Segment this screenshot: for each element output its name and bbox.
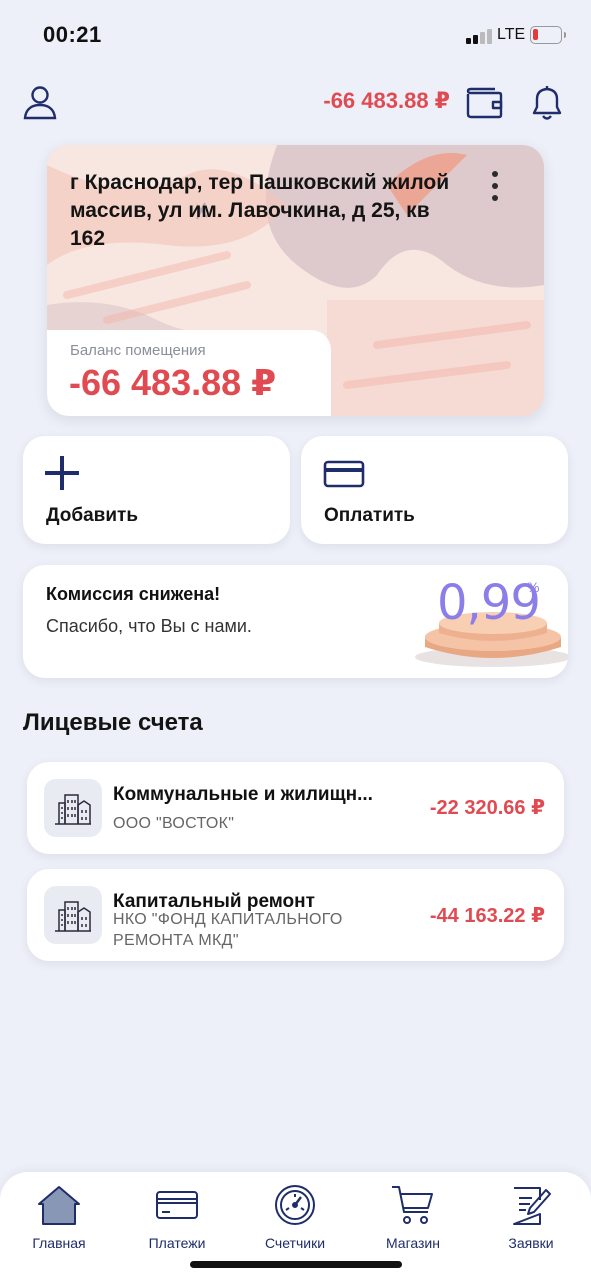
account-title: Коммунальные и жилищн... bbox=[113, 784, 373, 805]
account-provider: НКО "ФОНД КАПИТАЛЬНОГО РЕМОНТА МКД" bbox=[113, 911, 343, 949]
user-icon[interactable] bbox=[22, 84, 58, 120]
status-time: 00:21 bbox=[43, 22, 102, 47]
header-balance[interactable]: -66 483.88 ₽ bbox=[323, 88, 450, 114]
account-item[interactable]: Коммунальные и жилищн... ООО "ВОСТОК" -2… bbox=[27, 762, 564, 854]
nav-label: Платежи bbox=[148, 1235, 206, 1251]
property-card[interactable]: г Краснодар, тер Пашковский жилой массив… bbox=[47, 145, 544, 416]
balance-label: Баланс помещения bbox=[70, 342, 206, 359]
add-button-label: Добавить bbox=[46, 505, 139, 526]
promo-rate-unit: % bbox=[527, 579, 540, 595]
meter-icon bbox=[275, 1185, 315, 1225]
nav-label: Магазин bbox=[385, 1235, 440, 1251]
request-icon bbox=[513, 1187, 551, 1225]
account-amount: -44 163.22 ₽ bbox=[429, 905, 545, 927]
card-icon bbox=[323, 460, 365, 488]
account-amount: -22 320.66 ₽ bbox=[429, 797, 545, 819]
cart-icon bbox=[392, 1186, 433, 1224]
promo-title: Комиссия снижена! bbox=[46, 584, 221, 604]
home-icon bbox=[38, 1186, 80, 1225]
card-icon bbox=[156, 1191, 198, 1219]
nav-label: Заявки bbox=[508, 1235, 554, 1251]
property-address: г Краснодар, тер Пашковский жилой массив… bbox=[70, 171, 450, 250]
home-indicator bbox=[190, 1261, 402, 1268]
pay-button[interactable]: Оплатить bbox=[301, 436, 568, 544]
more-menu-icon[interactable] bbox=[485, 169, 505, 203]
nav-item-shop[interactable]: Магазин bbox=[363, 1184, 463, 1254]
account-item[interactable]: Капитальный ремонт НКО "ФОНД КАПИТАЛЬНОГ… bbox=[27, 869, 564, 961]
building-icon bbox=[44, 886, 102, 944]
accounts-section-title: Лицевые счета bbox=[23, 709, 203, 736]
promo-subtitle: Спасибо, что Вы с нами. bbox=[46, 616, 252, 636]
nav-item-requests[interactable]: Заявки bbox=[481, 1184, 581, 1254]
battery-icon bbox=[530, 26, 566, 44]
property-balance-amount: -66 483.88 ₽ bbox=[69, 362, 277, 403]
network-type: LTE bbox=[497, 26, 526, 43]
pay-button-label: Оплатить bbox=[324, 505, 415, 526]
status-bar: 00:21 LTE bbox=[0, 0, 591, 70]
nav-item-home[interactable]: Главная bbox=[9, 1184, 109, 1254]
property-balance-panel: Баланс помещения -66 483.88 ₽ bbox=[47, 330, 331, 416]
wallet-icon[interactable] bbox=[464, 82, 504, 122]
nav-label: Счетчики bbox=[264, 1235, 326, 1251]
account-provider: ООО "ВОСТОК" bbox=[113, 815, 235, 832]
nav-label: Главная bbox=[32, 1235, 86, 1251]
signal-icon bbox=[466, 28, 492, 44]
plus-icon bbox=[45, 456, 79, 490]
bell-icon[interactable] bbox=[528, 82, 566, 122]
add-button[interactable]: Добавить bbox=[23, 436, 290, 544]
nav-item-meters[interactable]: Счетчики bbox=[245, 1184, 345, 1254]
nav-item-payments[interactable]: Платежи bbox=[127, 1184, 227, 1254]
promo-banner[interactable]: Комиссия снижена! Спасибо, что Вы с нами… bbox=[23, 565, 568, 678]
building-icon bbox=[44, 779, 102, 837]
promo-rate: 0,99 bbox=[437, 575, 541, 631]
